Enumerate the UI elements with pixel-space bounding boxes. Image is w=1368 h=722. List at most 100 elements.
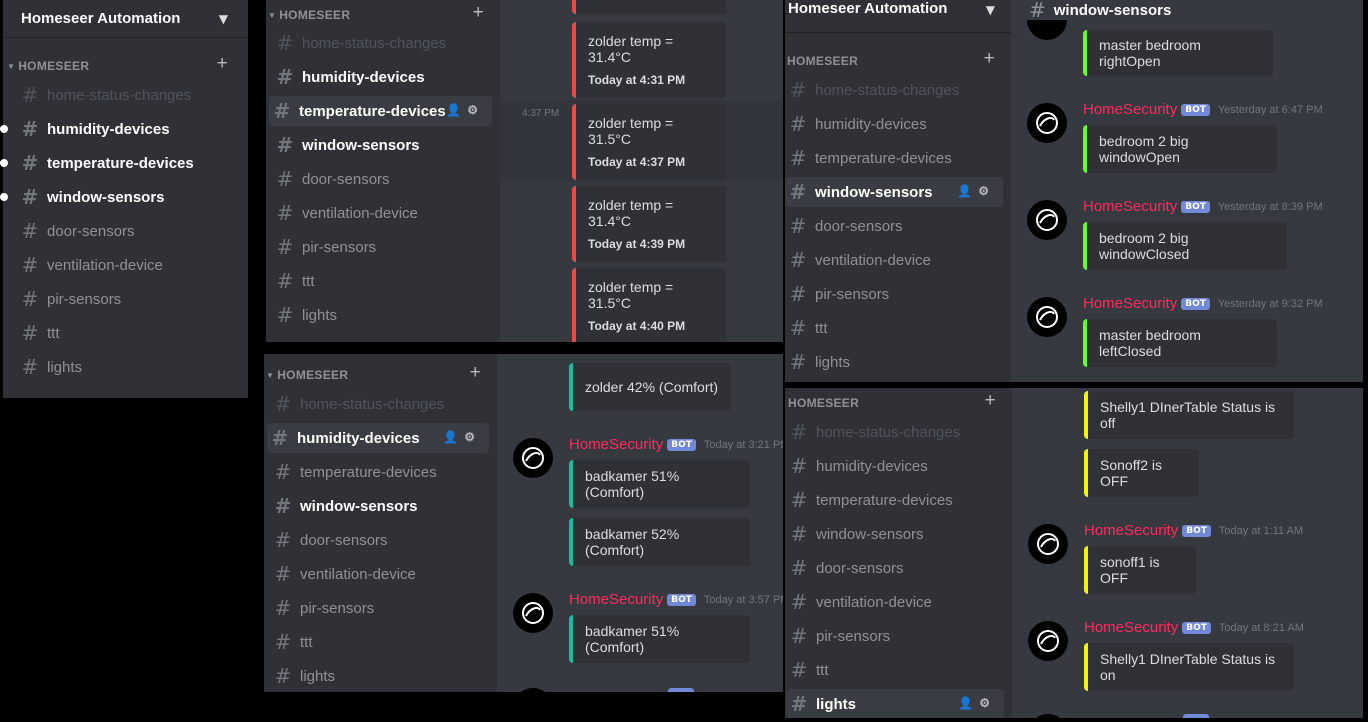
channel-ventilation-device[interactable]: # ventilation-device bbox=[785, 245, 1003, 275]
panel1-sidebar: Homeseer Automation ▼ ▼ HOMESEER + # home… bbox=[3, 0, 248, 398]
channel-door-sensors[interactable]: # door-sensors bbox=[270, 525, 490, 555]
channel-humidity-devices[interactable]: # humidity-devices bbox=[785, 109, 1003, 139]
server-header[interactable]: Homeseer Automation ▼ bbox=[3, 0, 248, 38]
channel-lights[interactable]: # lights 👤⚙ bbox=[786, 689, 1004, 718]
channel-ttt[interactable]: # ttt bbox=[272, 266, 492, 296]
channel-humidity-devices[interactable]: # humidity-devices bbox=[786, 451, 1004, 481]
channel-tools[interactable]: 👤⚙ bbox=[446, 103, 484, 117]
plus-icon[interactable]: + bbox=[984, 48, 995, 70]
channel-ventilation-device[interactable]: # ventilation-device bbox=[786, 587, 1004, 617]
channel-lights[interactable]: # lights bbox=[272, 300, 492, 330]
username[interactable]: HomeSecurity bbox=[1084, 619, 1178, 636]
server-header[interactable]: Homeseer Automation ▼ bbox=[785, 0, 1011, 33]
channel-lights[interactable]: # lights bbox=[270, 661, 490, 691]
embed-card: badkamer 51% (Comfort) bbox=[569, 460, 750, 508]
hash-icon: # bbox=[274, 494, 292, 518]
channel-home-status-changes[interactable]: # home-status-changes bbox=[272, 28, 492, 58]
channel-ttt[interactable]: # ttt bbox=[17, 318, 241, 348]
plus-icon[interactable]: + bbox=[473, 2, 484, 24]
add-member-icon[interactable]: 👤 bbox=[957, 184, 978, 198]
channel-ttt[interactable]: # ttt bbox=[786, 655, 1004, 685]
hash-icon: # bbox=[21, 253, 39, 277]
username[interactable]: HomeSecurity bbox=[1083, 295, 1177, 312]
category-header[interactable]: ▼ HOMESEER + bbox=[7, 53, 242, 74]
channel-ventilation-device[interactable]: # ventilation-device bbox=[270, 559, 490, 589]
channel-tools[interactable]: 👤⚙ bbox=[443, 430, 481, 444]
channel-door-sensors[interactable]: # door-sensors bbox=[272, 164, 492, 194]
category-label: HOMESEER bbox=[279, 8, 351, 22]
channel-home-status-changes[interactable]: # home-status-changes bbox=[785, 75, 1003, 105]
channel-label: temperature-devices bbox=[47, 154, 194, 172]
bot-avatar-icon[interactable] bbox=[1027, 103, 1067, 143]
channel-temperature-devices[interactable]: # temperature-devices bbox=[786, 485, 1004, 515]
channel-lights[interactable]: # lights bbox=[785, 347, 1003, 377]
channel-label: ventilation-device bbox=[302, 204, 418, 222]
channel-humidity-devices[interactable]: # humidity-devices bbox=[17, 114, 241, 144]
username[interactable]: HomeSecurity bbox=[569, 436, 663, 453]
channel-pir-sensors[interactable]: # pir-sensors bbox=[786, 621, 1004, 651]
hash-icon: # bbox=[21, 185, 39, 209]
channel-ventilation-device[interactable]: # ventilation-device bbox=[272, 198, 492, 228]
channel-ttt[interactable]: # ttt bbox=[785, 313, 1003, 343]
username[interactable]: HomeSecurity bbox=[1084, 522, 1178, 539]
channel-label: humidity-devices bbox=[815, 115, 927, 133]
add-member-icon[interactable]: 👤 bbox=[446, 103, 467, 117]
channel-pir-sensors[interactable]: # pir-sensors bbox=[270, 593, 490, 623]
channel-humidity-devices[interactable]: # humidity-devices 👤⚙ bbox=[267, 423, 489, 453]
channel-label: door-sensors bbox=[302, 170, 390, 188]
bot-avatar-icon[interactable] bbox=[1028, 621, 1068, 661]
bot-avatar-icon[interactable] bbox=[1027, 200, 1067, 240]
channel-door-sensors[interactable]: # door-sensors bbox=[786, 553, 1004, 583]
channel-humidity-devices[interactable]: # humidity-devices bbox=[272, 62, 492, 92]
hash-icon: # bbox=[274, 528, 292, 552]
hash-icon: # bbox=[21, 117, 39, 141]
channel-window-sensors[interactable]: # window-sensors bbox=[786, 519, 1004, 549]
chevron-down-icon[interactable]: ▼ bbox=[219, 12, 228, 26]
channel-temperature-devices[interactable]: # temperature-devices bbox=[270, 457, 490, 487]
channel-door-sensors[interactable]: # door-sensors bbox=[17, 216, 241, 246]
channel-pir-sensors[interactable]: # pir-sensors bbox=[17, 284, 241, 314]
username[interactable]: HomeSecurity bbox=[1083, 101, 1177, 118]
bot-avatar-icon[interactable] bbox=[513, 438, 553, 478]
channel-temperature-devices[interactable]: # temperature-devices bbox=[785, 143, 1003, 173]
channel-window-sensors[interactable]: # window-sensors 👤⚙ bbox=[785, 177, 1003, 207]
channel-pir-sensors[interactable]: # pir-sensors bbox=[272, 232, 492, 262]
gear-icon[interactable]: ⚙ bbox=[979, 696, 996, 710]
panel5-messages: Shelly1 DInerTable Status is off Sonoff2… bbox=[1012, 388, 1363, 718]
channel-pir-sensors[interactable]: # pir-sensors bbox=[785, 279, 1003, 309]
bot-avatar-icon[interactable] bbox=[513, 593, 553, 633]
channel-ttt[interactable]: # ttt bbox=[270, 627, 490, 657]
channel-home-status-changes[interactable]: # home-status-changes bbox=[786, 417, 1004, 447]
add-member-icon[interactable]: 👤 bbox=[443, 430, 464, 444]
channel-tools[interactable]: 👤⚙ bbox=[957, 184, 995, 198]
channel-temperature-devices[interactable]: # temperature-devices 👤⚙ bbox=[269, 96, 492, 126]
plus-icon[interactable]: + bbox=[217, 53, 228, 75]
channel-temperature-devices[interactable]: # temperature-devices bbox=[17, 148, 241, 178]
category-header[interactable]: HOMESEER + bbox=[787, 48, 1009, 69]
chevron-down-icon[interactable]: ▼ bbox=[986, 3, 995, 17]
bot-avatar-icon[interactable] bbox=[1027, 297, 1067, 337]
gear-icon[interactable]: ⚙ bbox=[464, 430, 481, 444]
category-header[interactable]: ▼ HOMESEER + bbox=[266, 362, 495, 383]
username[interactable]: HomeSecurity bbox=[1083, 198, 1177, 215]
category-header[interactable]: HOMESEER + bbox=[788, 390, 1010, 411]
category-label: HOMESEER bbox=[787, 54, 859, 68]
plus-icon[interactable]: + bbox=[470, 362, 481, 384]
channel-window-sensors[interactable]: # window-sensors bbox=[270, 491, 490, 521]
channel-door-sensors[interactable]: # door-sensors bbox=[785, 211, 1003, 241]
username[interactable]: HomeSecurity bbox=[569, 591, 663, 608]
hash-icon: # bbox=[789, 146, 807, 170]
channel-lights[interactable]: # lights bbox=[17, 352, 241, 382]
channel-home-status-changes[interactable]: # home-status-changes bbox=[17, 80, 241, 110]
plus-icon[interactable]: + bbox=[985, 390, 996, 412]
channel-window-sensors[interactable]: # window-sensors bbox=[272, 130, 492, 160]
channel-ventilation-device[interactable]: # ventilation-device bbox=[17, 250, 241, 280]
gear-icon[interactable]: ⚙ bbox=[467, 103, 484, 117]
bot-avatar-icon[interactable] bbox=[1028, 524, 1068, 564]
category-header[interactable]: ▼ HOMESEER + bbox=[268, 2, 498, 23]
channel-tools[interactable]: 👤⚙ bbox=[958, 696, 996, 710]
add-member-icon[interactable]: 👤 bbox=[958, 696, 979, 710]
channel-home-status-changes[interactable]: # home-status-changes bbox=[270, 389, 490, 419]
channel-window-sensors[interactable]: # window-sensors bbox=[17, 182, 241, 212]
gear-icon[interactable]: ⚙ bbox=[978, 184, 995, 198]
